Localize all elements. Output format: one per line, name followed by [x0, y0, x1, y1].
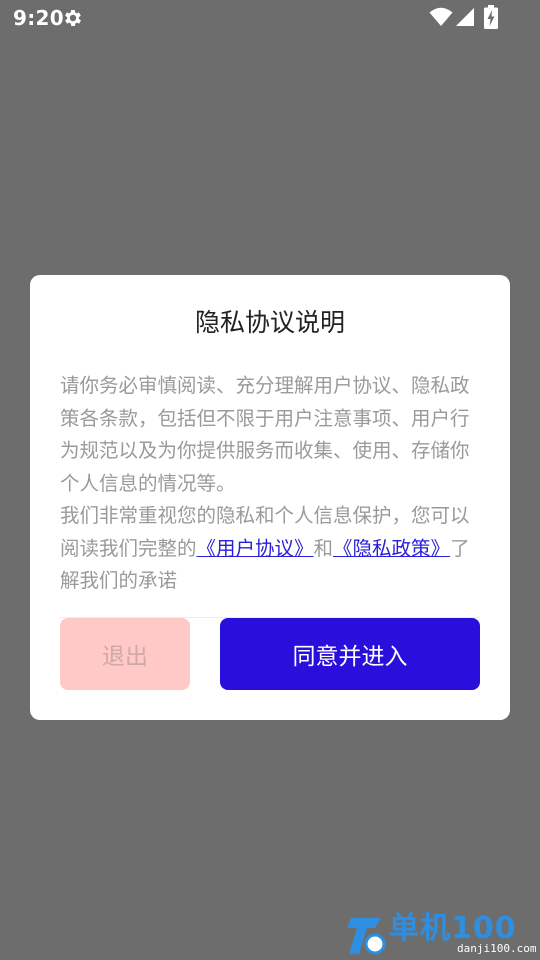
watermark-logo-icon	[347, 918, 386, 955]
privacy-policy-link[interactable]: 《隐私政策》	[333, 537, 450, 560]
screen: 9:20 隐私协议说明 请你务必审慎阅读、充分理解用户协议、隐私政策各条款，包括…	[0, 0, 540, 960]
status-bar: 9:20	[0, 0, 540, 36]
dialog-body: 请你务必审慎阅读、充分理解用户协议、隐私政策各条款，包括但不限于用户注意事项、用…	[60, 370, 485, 598]
dialog-title: 隐私协议说明	[194, 308, 345, 337]
paragraph-2-and: 和	[313, 536, 334, 560]
gear-icon	[65, 10, 81, 26]
watermark-text: 单机100	[389, 911, 517, 946]
privacy-dialog: 隐私协议说明 请你务必审慎阅读、充分理解用户协议、隐私政策各条款，包括但不限于用…	[30, 275, 510, 720]
user-agreement-link[interactable]: 《用户协议》	[197, 537, 314, 560]
battery-charging-icon	[484, 5, 498, 29]
agree-and-enter-button[interactable]: 同意并进入	[220, 618, 480, 690]
watermark: 单机100 danji100.com	[345, 912, 540, 960]
wifi-icon	[429, 7, 453, 26]
watermark-url: danji100.com	[457, 942, 537, 955]
status-time: 9:20	[13, 6, 64, 30]
signal-icon	[456, 8, 474, 26]
exit-button[interactable]: 退出	[60, 618, 190, 690]
dialog-paragraph-2: 我们非常重视您的隐私和个人信息保护，您可以阅读我们完整的《用户协议》和《隐私政策…	[60, 500, 485, 598]
dialog-paragraph-1: 请你务必审慎阅读、充分理解用户协议、隐私政策各条款，包括但不限于用户注意事项、用…	[60, 374, 470, 495]
